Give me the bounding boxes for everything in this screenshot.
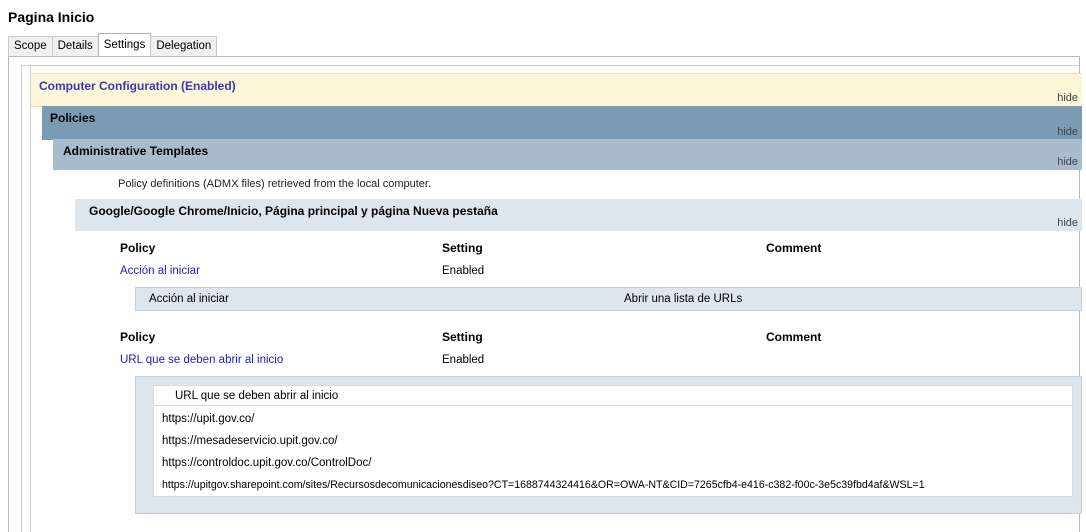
section-policies-label: Policies [50,111,96,125]
tab-scope[interactable]: Scope [8,36,53,56]
url-list-item: https://upit.gov.co/ [162,413,255,425]
section-computer-configuration: Computer Configuration (Enabled) hide [31,73,1082,107]
table1-header-comment: Comment [766,241,822,255]
table2-header-setting: Setting [442,330,483,344]
url-list-header-label: URL que se deben abrir al inicio [175,390,339,402]
table1-header-policy: Policy [120,241,156,255]
policy-setting-url-al-inicio: Enabled [442,354,485,366]
tab-bar: Scope Details Settings Delegation [8,33,218,56]
detail-value: Abrir una lista de URLs [624,293,743,305]
table1-header-setting: Setting [442,241,483,255]
hide-computer-configuration-link[interactable]: hide [1057,92,1078,104]
url-list-item: https://mesadeservicio.upit.gov.co/ [162,435,338,447]
admx-note: Policy definitions (ADMX files) retrieve… [118,178,432,190]
url-list-item: https://controldoc.upit.gov.co/ControlDo… [162,457,372,469]
window-title: Pagina Inicio [8,9,95,25]
tab-delegation[interactable]: Delegation [150,36,218,56]
report-border-top [21,65,1079,66]
report-border-left [21,65,31,532]
table2-header-comment: Comment [766,330,822,344]
policy-detail-accion-al-iniciar: Acción al iniciar Abrir una lista de URL… [135,287,1082,311]
tab-details[interactable]: Details [51,36,99,56]
section-administrative-templates: Administrative Templates hide [53,139,1082,170]
table2-header-policy: Policy [120,330,156,344]
url-list-table: URL que se deben abrir al inicio https:/… [153,385,1073,497]
section-chrome-category: Google/Google Chrome/Inicio, Página prin… [75,199,1082,231]
hide-chrome-category-link[interactable]: hide [1057,217,1078,229]
policy-link-accion-al-iniciar[interactable]: Acción al iniciar [120,265,200,277]
url-list-item: https://upitgov.sharepoint.com/sites/Rec… [162,479,925,491]
hide-administrative-templates-link[interactable]: hide [1057,156,1078,168]
policy-setting-accion-al-iniciar: Enabled [442,265,485,277]
section-chrome-category-label: Google/Google Chrome/Inicio, Página prin… [89,204,498,218]
tab-settings[interactable]: Settings [97,33,152,56]
detail-name: Acción al iniciar [149,293,229,305]
section-administrative-templates-label: Administrative Templates [63,144,209,158]
url-list-header: URL que se deben abrir al inicio [154,386,1072,406]
section-policies: Policies hide [42,106,1082,140]
policy-link-url-al-inicio[interactable]: URL que se deben abrir al inicio [120,354,283,366]
section-computer-configuration-label: Computer Configuration (Enabled) [39,79,236,93]
hide-policies-link[interactable]: hide [1057,126,1078,138]
